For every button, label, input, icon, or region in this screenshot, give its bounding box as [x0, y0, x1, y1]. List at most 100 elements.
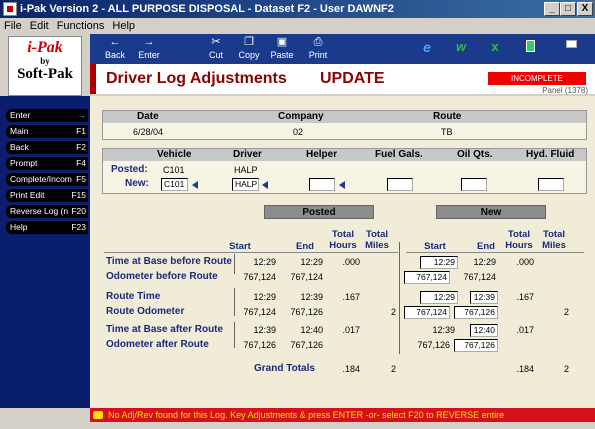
helper-header: Helper [306, 149, 338, 160]
menu-help[interactable]: Help [108, 18, 139, 34]
nav-label: Back [10, 142, 29, 152]
paste-icon: ▣ [276, 36, 288, 48]
new-helper-input[interactable] [309, 178, 335, 191]
divider [234, 288, 235, 316]
status-message-bar: No Adj/Rev found for this Log. Key Adjus… [90, 408, 595, 422]
divider [406, 252, 584, 253]
prompt-arrow-icon[interactable] [262, 181, 268, 189]
new-end-header: End [477, 241, 495, 252]
logo-ipak: i-Pak [27, 39, 63, 56]
minimize-button[interactable]: _ [544, 2, 560, 16]
menu-functions[interactable]: Functions [53, 18, 109, 34]
paste-button[interactable]: ▣ Paste [267, 35, 297, 60]
internet-explorer-icon[interactable]: e [412, 39, 442, 55]
page-title: Driver Log Adjustments [106, 70, 287, 87]
posted-start: 12:39 [253, 325, 276, 335]
new-driver-input[interactable]: HALP [232, 178, 259, 191]
new-start-input[interactable]: 12:29 [420, 291, 458, 304]
row-label: Time at Base after Route [106, 324, 224, 335]
new-end-input[interactable]: 12:39 [470, 291, 498, 304]
new-total-miles: 2 [563, 364, 569, 374]
new-end-input[interactable]: 12:40 [470, 324, 498, 337]
word-icon[interactable]: w [446, 39, 476, 54]
new-start-input[interactable]: 767,124 [404, 306, 450, 319]
maximize-button[interactable]: □ [560, 2, 576, 16]
card-icon[interactable] [556, 40, 586, 50]
nav-label: Reverse Log (n [10, 206, 69, 216]
new-start-input[interactable]: 12:29 [420, 256, 458, 269]
window-bottom-edge [0, 422, 595, 429]
posted-end: 767,124 [290, 272, 323, 282]
posted-miles-header: Total Miles [365, 229, 389, 251]
new-total-hours: .184 [516, 364, 534, 374]
back-label: Back [104, 50, 125, 60]
new-vehicle-input[interactable]: C101 [161, 178, 188, 191]
nav-reverse-log[interactable]: Reverse Log (n F20 [6, 205, 88, 218]
posted-start: 12:29 [253, 292, 276, 302]
enter-label: Enter [138, 50, 160, 60]
new-hours: .017 [516, 325, 534, 335]
row-label: Odometer after Route [106, 339, 209, 350]
posted-end: 767,126 [290, 340, 323, 350]
printer-icon: ⎙ [313, 36, 323, 48]
row-label: Route Time [106, 291, 161, 302]
oil-header: Oil Qts. [457, 149, 493, 160]
nav-help[interactable]: Help F23 [6, 221, 88, 234]
hyd-header: Hyd. Fluid [526, 149, 575, 160]
copy-label: Copy [238, 50, 260, 60]
nav-main[interactable]: Main F1 [6, 125, 88, 138]
prompt-arrow-icon[interactable] [192, 181, 198, 189]
nav-enter[interactable]: Enter → [6, 109, 88, 122]
new-miles: 2 [563, 307, 569, 317]
new-end-input[interactable]: 767,126 [454, 339, 498, 352]
copy-button[interactable]: ❐ Copy [234, 35, 264, 60]
enter-arrow-icon: → [77, 110, 87, 120]
cut-button[interactable]: ✂ Cut [201, 35, 231, 60]
nav-key: F5 [76, 174, 86, 184]
window-title: i-Pak Version 2 - ALL PURPOSE DISPOSAL -… [20, 3, 394, 15]
new-end-input[interactable]: 767,126 [454, 306, 498, 319]
excel-icon[interactable]: x [480, 39, 510, 54]
calculator-icon[interactable] [515, 40, 545, 54]
nav-key: F4 [76, 158, 86, 168]
new-end: 12:29 [473, 257, 496, 267]
fuel-input[interactable] [387, 178, 413, 191]
oil-input[interactable] [461, 178, 487, 191]
function-key-nav: Enter → Main F1 Back F2 Prompt F4 Complete/I… [0, 96, 90, 408]
posted-total-hours: .184 [342, 364, 360, 374]
enter-arrow-icon: → [143, 36, 155, 48]
posted-start: 767,124 [243, 307, 276, 317]
nav-back[interactable]: Back F2 [6, 141, 88, 154]
nav-prompt[interactable]: Prompt F4 [6, 157, 88, 170]
nav-key: F23 [71, 222, 86, 232]
posted-miles: 2 [390, 307, 396, 317]
nav-print-edit[interactable]: Print Edit F15 [6, 189, 88, 202]
menu-file[interactable]: File [0, 18, 26, 34]
row-label: Route Odometer [106, 306, 185, 317]
enter-button[interactable]: → Enter [134, 35, 164, 60]
logo: i-Pak by Soft-Pak [8, 36, 82, 96]
app-icon[interactable] [3, 2, 17, 16]
new-start-input[interactable]: 767,124 [404, 271, 450, 284]
posted-end: 12:29 [300, 257, 323, 267]
route-header: Route [433, 111, 462, 122]
nav-complete[interactable]: Complete/Incom F5 [6, 173, 88, 186]
prompt-arrow-icon[interactable] [339, 181, 345, 189]
back-button[interactable]: ← Back [100, 35, 130, 60]
posted-driver: HALP [234, 165, 258, 175]
posted-label: Posted: [111, 164, 148, 175]
divider [399, 242, 400, 354]
menu-edit[interactable]: Edit [26, 18, 53, 34]
print-button[interactable]: ⎙ Print [303, 35, 333, 60]
divider [234, 254, 235, 274]
scissors-icon: ✂ [211, 36, 221, 48]
logo-softpak: Soft-Pak [17, 66, 73, 82]
new-hours: .167 [516, 292, 534, 302]
new-start: 767,126 [417, 340, 450, 350]
hyd-fluid-input[interactable] [538, 178, 564, 191]
posted-hours: .000 [342, 257, 360, 267]
new-label: New: [125, 178, 149, 189]
nav-label: Enter [10, 110, 31, 120]
close-button[interactable]: X [577, 2, 593, 16]
posted-hours: .017 [342, 325, 360, 335]
